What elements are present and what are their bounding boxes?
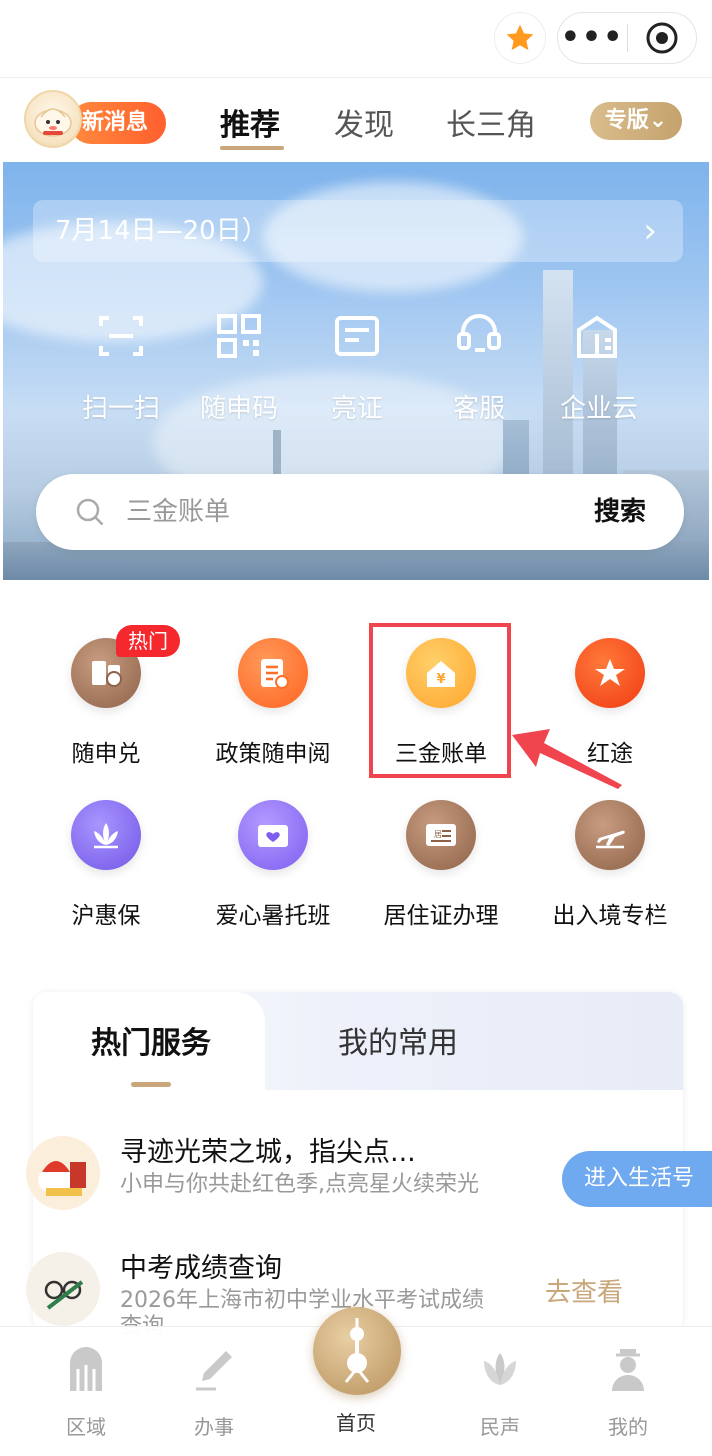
nav-label: 民声 [480, 1415, 520, 1439]
mini-program-top-bar: ••• [0, 0, 712, 78]
quick-action-label: 扫一扫 [81, 394, 160, 424]
service-label: 随申兑 [71, 741, 141, 767]
pen-icon [196, 1351, 232, 1391]
nav-label: 首页 [336, 1411, 376, 1435]
dumpling-mascot-icon [34, 108, 72, 137]
quick-action-customer-service[interactable]: 客服 [419, 310, 539, 425]
search-icon [76, 498, 104, 526]
quick-action-show-id[interactable]: 亮证 [297, 310, 417, 425]
home-center-button[interactable] [313, 1307, 401, 1395]
notice-bar[interactable]: 7月14日—20日） › [33, 200, 683, 262]
quick-action-label: 随申码 [199, 394, 278, 424]
id-card-icon [335, 316, 379, 356]
service-suishendui[interactable]: 随申兑 [19, 638, 193, 768]
airplane-icon [575, 800, 645, 870]
tab-recommend[interactable]: 推荐 [220, 100, 280, 144]
service-label: 爱心暑托班 [215, 903, 331, 929]
lotus-icon [71, 800, 141, 870]
customer-service-icon [457, 314, 501, 352]
tab-hot-services[interactable]: 热门服务 [91, 1018, 211, 1062]
svg-text:居: 居 [434, 830, 442, 839]
search-button[interactable]: 搜索 [594, 474, 646, 550]
policy-doc-icon [238, 638, 308, 708]
special-edition-button[interactable]: 专版⌄ [590, 102, 682, 140]
nav-label: 我的 [608, 1415, 648, 1439]
notice-text: 7月14日—20日） [55, 216, 268, 246]
service-label: 沪惠保 [71, 903, 141, 929]
nav-region[interactable]: 区域 [36, 1345, 136, 1440]
home-header: 新消息 推荐 发现 长三角 专版⌄ [0, 80, 712, 162]
more-button[interactable]: ••• [558, 12, 627, 64]
quick-action-enterprise-cloud[interactable]: 企业云 [539, 310, 659, 425]
scan-icon [99, 316, 143, 356]
tab-discover[interactable]: 发现 [334, 100, 394, 144]
quick-action-scan[interactable]: 扫一扫 [61, 310, 181, 425]
residence-card-icon: 居 [406, 800, 476, 870]
service-label: 政策随申阅 [215, 741, 331, 767]
service-huhuibao[interactable]: 沪惠保 [19, 800, 193, 930]
red-season-thumbnail [26, 1136, 100, 1210]
region-icon [70, 1347, 102, 1391]
view-button[interactable]: 去查看 [545, 1272, 623, 1309]
item-title: 中考成绩查询 [120, 1253, 282, 1284]
nav-label: 办事 [194, 1415, 234, 1439]
quick-action-qr-code[interactable]: 随申码 [179, 310, 299, 425]
service-entry-exit[interactable]: 出入境专栏 [523, 800, 697, 930]
tab-yangtze-delta[interactable]: 长三角 [446, 100, 536, 144]
capsule-menu: ••• [557, 12, 697, 64]
user-icon [612, 1349, 644, 1391]
service-summer-care[interactable]: 爱心暑托班 [186, 800, 360, 930]
target-icon [646, 22, 678, 54]
hot-badge: 热门 [116, 625, 180, 657]
tab-active-indicator [220, 146, 284, 150]
nav-profile[interactable]: 我的 [578, 1345, 678, 1440]
heart-card-icon [238, 800, 308, 870]
mascot-avatar[interactable] [24, 90, 82, 148]
favorite-button[interactable] [494, 12, 546, 64]
item-title: 寻迹光荣之城，指尖点... [120, 1137, 416, 1168]
new-message-button[interactable]: 新消息 [70, 102, 167, 144]
quick-action-label: 客服 [452, 394, 505, 424]
star-icon [506, 24, 534, 51]
service-label: 居住证办理 [383, 903, 499, 929]
highlight-annotation-box [369, 623, 511, 778]
hero-banner: 7月14日—20日） › 扫一扫 随申码 亮证 客服 企业云 三金账单 搜索 [3, 162, 709, 580]
nav-voices[interactable]: 民声 [450, 1345, 550, 1440]
home-tower-icon [344, 1318, 370, 1383]
nav-label: 区域 [66, 1415, 106, 1439]
service-policy-read[interactable]: 政策随申阅 [186, 638, 360, 768]
arrow-pointer-icon [512, 729, 622, 789]
search-input[interactable]: 三金账单 [126, 474, 230, 550]
exam-result-thumbnail [26, 1252, 100, 1326]
card-tab-indicator [131, 1082, 171, 1087]
quick-action-label: 企业云 [559, 394, 638, 424]
service-residence-permit[interactable]: 居 居住证办理 [354, 800, 528, 930]
search-bar[interactable]: 三金账单 搜索 [36, 474, 684, 550]
chevron-right-icon: › [643, 211, 657, 251]
nav-services[interactable]: 办事 [164, 1345, 264, 1440]
red-star-icon [575, 638, 645, 708]
enterprise-icon [577, 315, 617, 358]
item-subtitle: 小申与你共赴红色季,点亮星火续荣光 [120, 1172, 479, 1197]
card-tab-header: 热门服务 我的常用 [33, 992, 683, 1090]
service-label: 出入境专栏 [552, 903, 668, 929]
flower-icon [484, 1353, 516, 1385]
qr-code-icon [217, 314, 261, 358]
tab-my-common[interactable]: 我的常用 [338, 1018, 458, 1062]
close-miniprogram-button[interactable] [628, 21, 696, 55]
quick-action-label: 亮证 [330, 394, 383, 424]
enter-life-account-button[interactable]: 进入生活号 [562, 1151, 712, 1207]
